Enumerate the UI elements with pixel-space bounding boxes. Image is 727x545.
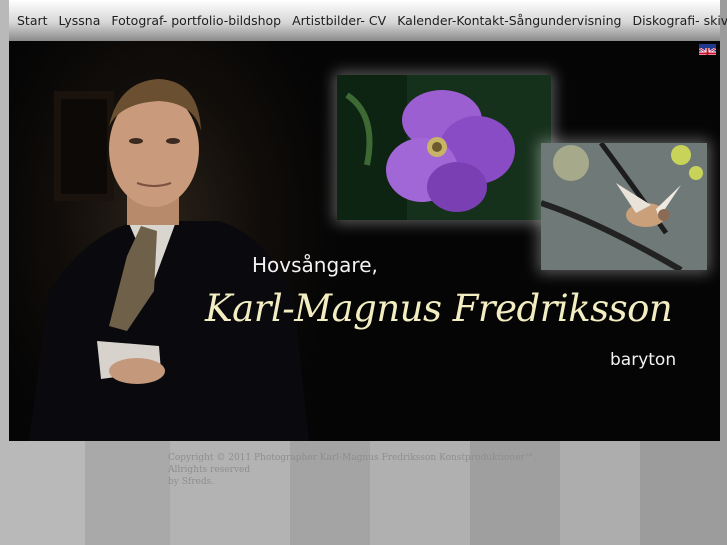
- hero-subtitle: Hovsångare,: [252, 253, 378, 277]
- nav-item-artistbilder[interactable]: Artistbilder- CV: [292, 13, 386, 28]
- nav-item-kalender[interactable]: Kalender-Kontakt-Sångundervisning: [397, 13, 621, 28]
- nav-item-diskografi[interactable]: Diskografi- skivshop: [632, 13, 727, 28]
- portrait-photo: [9, 41, 339, 441]
- footer: Copyright © 2011 Photographer Karl-Magnu…: [168, 452, 548, 488]
- main-navigation: Start Lyssna Fotograf- portfolio-bildsho…: [9, 0, 727, 41]
- artist-name: Karl-Magnus Fredriksson: [205, 287, 673, 330]
- copyright-text: Copyright © 2011 Photographer Karl-Magnu…: [168, 453, 537, 475]
- nav-item-start[interactable]: Start: [17, 13, 48, 28]
- hero-banner: Hovsångare, Karl-Magnus Fredriksson bary…: [9, 41, 720, 441]
- bird-photo[interactable]: [541, 143, 707, 270]
- voice-type: baryton: [610, 350, 677, 370]
- credit-text: by Sfreds.: [168, 477, 215, 487]
- nav-item-fotograf[interactable]: Fotograf- portfolio-bildshop: [111, 13, 281, 28]
- flower-photo[interactable]: [337, 75, 551, 220]
- nav-item-lyssna[interactable]: Lyssna: [59, 13, 101, 28]
- uk-flag-icon[interactable]: [699, 44, 716, 55]
